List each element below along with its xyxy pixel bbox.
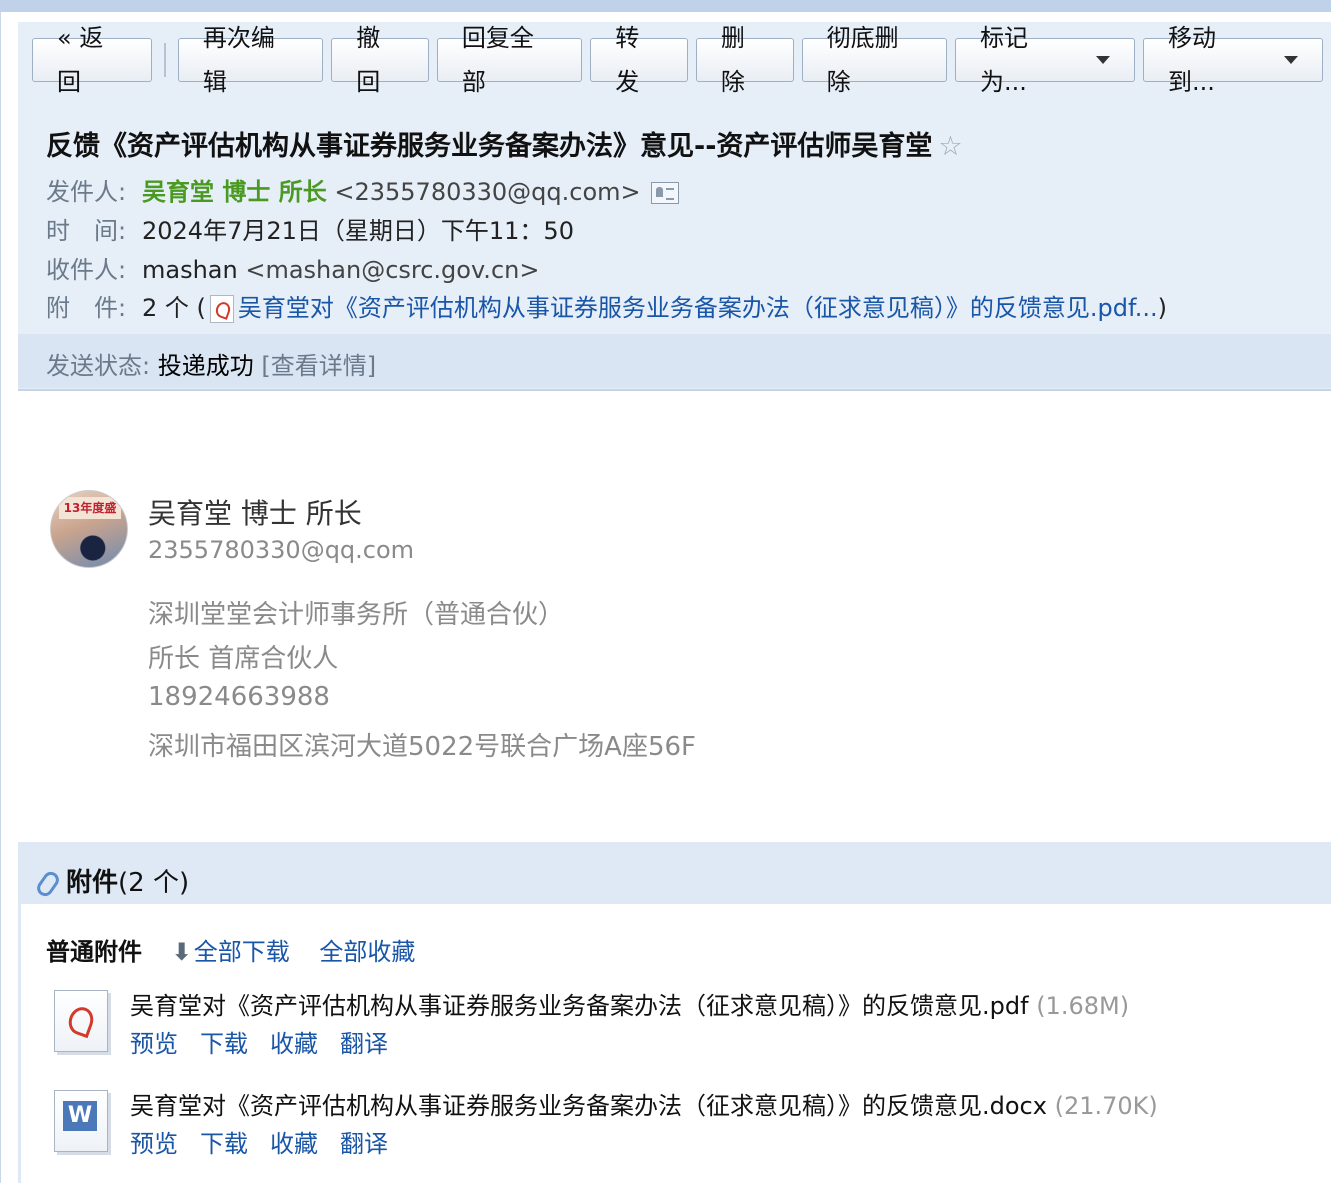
download-all-link[interactable]: ⬇全部下载: [172, 938, 290, 966]
sender-name[interactable]: 吴育堂 博士 所长: [142, 178, 327, 206]
toolbar-separator: [163, 43, 166, 77]
attachments-border: [18, 904, 21, 1183]
attachment-label: 附 件:: [46, 294, 127, 322]
signature-phone: 18924663988: [148, 682, 330, 712]
mark-as-label: 标记为...: [979, 24, 1028, 96]
avatar-banner-text: 13年度盛: [59, 497, 121, 519]
reedit-button[interactable]: 再次编辑: [177, 24, 324, 96]
first-attachment-link[interactable]: 吴育堂对《资产评估机构从事证券服务业务备案办法（征求意见稿）》的反馈意见.pdf…: [238, 294, 1158, 322]
forward-button[interactable]: 转发: [590, 24, 688, 96]
file-size: (1.68M): [1036, 992, 1130, 1020]
normal-attachments-bar: 普通附件 ⬇全部下载 全部收藏: [46, 932, 437, 967]
avatar: 13年度盛: [50, 490, 128, 568]
translate-link[interactable]: 翻译: [340, 1130, 388, 1158]
signature-address: 深圳市福田区滨河大道5022号联合广场A座56F: [148, 732, 696, 762]
delivery-status: 发送状态: 投递成功 [查看详情]: [46, 346, 376, 381]
mail-toolbar: « 返回 再次编辑 撤回 回复全部 转发 删除 彻底删除 标记为... 移动到.…: [32, 24, 1331, 96]
file-name[interactable]: 吴育堂对《资产评估机构从事证券服务业务备案办法（征求意见稿）》的反馈意见.doc…: [130, 1092, 1047, 1120]
to-row: 收件人: mashan <mashan@csrc.gov.cn>: [46, 250, 539, 285]
download-arrow-icon: ⬇: [171, 938, 192, 966]
translate-link[interactable]: 翻译: [340, 1030, 388, 1058]
permanent-delete-button[interactable]: 彻底删除: [801, 24, 947, 96]
collect-all-link[interactable]: 全部收藏: [319, 938, 415, 966]
signature-email: 2355780330@qq.com: [148, 536, 415, 564]
attachment-close-paren: ): [1157, 294, 1167, 322]
move-to-label: 移动到...: [1167, 24, 1216, 96]
file-name[interactable]: 吴育堂对《资产评估机构从事证券服务业务备案办法（征求意见稿）》的反馈意见.pdf: [130, 992, 1029, 1020]
email-subject: 反馈《资产评估机构从事证券服务业务备案办法》意见--资产评估师吴育堂 ☆: [46, 124, 963, 163]
contact-card-icon[interactable]: [650, 182, 679, 204]
status-label: 发送状态:: [46, 352, 151, 380]
preview-link[interactable]: 预览: [130, 1130, 178, 1158]
from-label: 发件人:: [46, 178, 127, 206]
pdf-icon: [209, 295, 234, 323]
back-button[interactable]: « 返回: [32, 24, 152, 96]
time-label: 时 间:: [46, 217, 127, 245]
view-details-link[interactable]: [查看详情]: [261, 352, 376, 380]
attachment-count: 2 个 (: [142, 294, 206, 322]
signature-title: 所长 首席合伙人: [148, 644, 339, 674]
attachments-title: 附件(2 个): [33, 862, 190, 899]
collect-link[interactable]: 收藏: [270, 1130, 318, 1158]
word-file-icon[interactable]: [54, 1090, 108, 1152]
from-row: 发件人: 吴育堂 博士 所长 <2355780330@qq.com>: [46, 172, 679, 207]
mark-as-dropdown[interactable]: 标记为...: [954, 24, 1135, 96]
reply-all-button[interactable]: 回复全部: [436, 24, 583, 96]
subject-text: 反馈《资产评估机构从事证券服务业务备案办法》意见--资产评估师吴育堂: [46, 131, 933, 162]
attachment-actions-1: 预览 下载 收藏 翻译: [130, 1024, 410, 1059]
window-top-border: [0, 0, 1331, 12]
recipient-address: <mashan@csrc.gov.cn>: [245, 256, 540, 284]
move-to-dropdown[interactable]: 移动到...: [1142, 24, 1323, 96]
recall-button[interactable]: 撤回: [331, 24, 429, 96]
preview-link[interactable]: 预览: [130, 1030, 178, 1058]
attachments-title-text: 附件: [66, 868, 119, 898]
chevron-down-icon: [1284, 56, 1298, 64]
time-row: 时 间: 2024年7月21日（星期日）下午11：50: [46, 211, 574, 246]
attachments-header-bar: [18, 842, 1331, 904]
status-text: 投递成功: [157, 352, 254, 380]
file-size: (21.70K): [1054, 1092, 1158, 1120]
to-label: 收件人:: [46, 256, 127, 284]
attachment-row: 附 件: 2 个 ( 吴育堂对《资产评估机构从事证券服务业务备案办法（征求意见稿）》…: [46, 288, 1167, 323]
attachment-file-1: 吴育堂对《资产评估机构从事证券服务业务备案办法（征求意见稿）》的反馈意见.pdf…: [130, 986, 1129, 1021]
recipient-name[interactable]: mashan: [142, 256, 238, 284]
attachments-count: (2 个): [118, 868, 190, 898]
download-all-label: 全部下载: [193, 938, 290, 966]
attachment-actions-2: 预览 下载 收藏 翻译: [130, 1124, 410, 1159]
attachment-file-2: 吴育堂对《资产评估机构从事证券服务业务备案办法（征求意见稿）》的反馈意见.doc…: [130, 1086, 1158, 1121]
sender-address: <2355780330@qq.com>: [334, 178, 641, 206]
signature-company: 深圳堂堂会计师事务所（普通合伙）: [148, 600, 565, 630]
send-time: 2024年7月21日（星期日）下午11：50: [142, 217, 574, 245]
pdf-file-icon[interactable]: [54, 990, 108, 1052]
normal-attachments-label: 普通附件: [46, 938, 142, 966]
star-icon[interactable]: ☆: [938, 131, 962, 162]
delete-button[interactable]: 删除: [695, 24, 794, 96]
download-link[interactable]: 下载: [200, 1130, 248, 1158]
signature-name: 吴育堂 博士 所长: [148, 497, 362, 530]
download-link[interactable]: 下载: [200, 1030, 248, 1058]
collect-link[interactable]: 收藏: [270, 1030, 318, 1058]
chevron-down-icon: [1095, 56, 1110, 64]
